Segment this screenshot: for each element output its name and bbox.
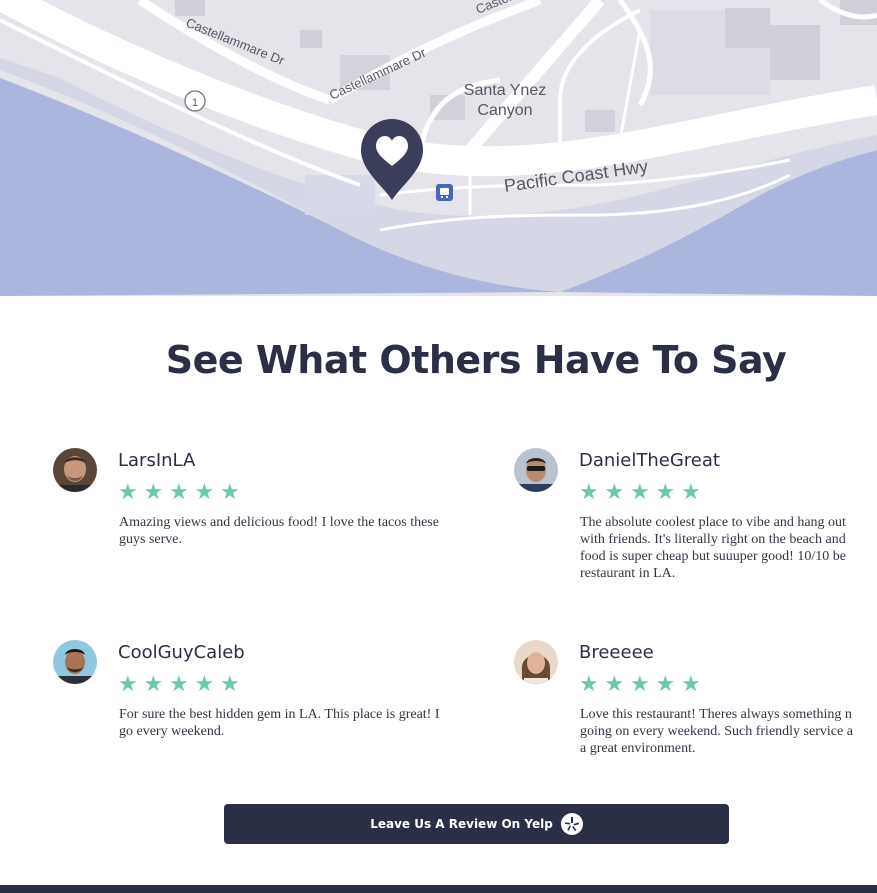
star-icon: ★ (604, 479, 626, 504)
star-icon: ★ (630, 479, 651, 504)
leave-review-on-yelp-button[interactable]: Leave Us A Review On Yelp (224, 804, 729, 844)
avatar (53, 640, 97, 684)
avatar (514, 640, 558, 684)
reviewer-name: Breeeee (579, 642, 654, 663)
star-icon: ★ (220, 479, 241, 504)
footer-bar (0, 885, 877, 893)
review-text: The absolute coolest place to vibe and h… (580, 515, 846, 581)
reviewer-name: DanielTheGreat (579, 450, 720, 471)
star-icon: ★ (655, 671, 677, 696)
yelp-icon (560, 813, 583, 835)
star-icon: ★ (655, 479, 677, 504)
review-card: CoolGuyCaleb ★ ★ ★ ★ ★ For sure the best hid… (53, 640, 453, 750)
review-text: Love this restaurant! Theres always some… (580, 707, 853, 756)
star-icon: ★ (681, 671, 702, 696)
star-icon: ★ (143, 671, 165, 696)
star-rating: ★ ★ ★ ★ ★ (579, 673, 707, 695)
star-icon: ★ (579, 479, 600, 504)
star-icon: ★ (220, 671, 241, 696)
location-map[interactable]: 1 Castellammare Dr Castellammare Dr Cast… (0, 0, 877, 296)
star-icon: ★ (194, 671, 216, 696)
star-icon: ★ (118, 671, 139, 696)
star-icon: ★ (630, 671, 651, 696)
svg-text:Canyon: Canyon (477, 102, 532, 119)
star-icon: ★ (579, 671, 600, 696)
reviewer-name: LarsInLA (118, 450, 196, 471)
review-card: LarsInLA ★ ★ ★ ★ ★ Amazing views and delicio… (53, 448, 453, 558)
avatar (53, 448, 97, 492)
yelp-button-label: Leave Us A Review On Yelp (370, 817, 553, 831)
star-icon: ★ (194, 479, 216, 504)
star-icon: ★ (143, 479, 165, 504)
star-icon: ★ (169, 479, 190, 504)
review-text: For sure the best hidden gem in LA. This… (119, 707, 440, 739)
avatar (514, 448, 558, 492)
review-text: Amazing views and delicious food! I love… (119, 515, 439, 547)
star-icon: ★ (118, 479, 139, 504)
svg-text:Santa Ynez: Santa Ynez (464, 82, 546, 99)
bus-stop-icon (436, 184, 453, 201)
map-canvas: 1 Castellammare Dr Castellammare Dr Cast… (0, 0, 877, 296)
star-icon: ★ (604, 671, 626, 696)
svg-text:1: 1 (192, 97, 198, 109)
star-rating: ★ ★ ★ ★ ★ (118, 673, 246, 695)
reviews-heading: See What Others Have To Say (165, 338, 787, 382)
star-rating: ★ ★ ★ ★ ★ (118, 481, 246, 503)
star-icon: ★ (681, 479, 702, 504)
review-card: Breeeee ★ ★ ★ ★ ★ Love this restaurant! Ther… (514, 640, 877, 760)
star-icon: ★ (169, 671, 190, 696)
review-card: DanielTheGreat ★ ★ ★ ★ ★ The absolute cooles… (514, 448, 877, 588)
star-rating: ★ ★ ★ ★ ★ (579, 481, 707, 503)
reviewer-name: CoolGuyCaleb (118, 642, 245, 663)
